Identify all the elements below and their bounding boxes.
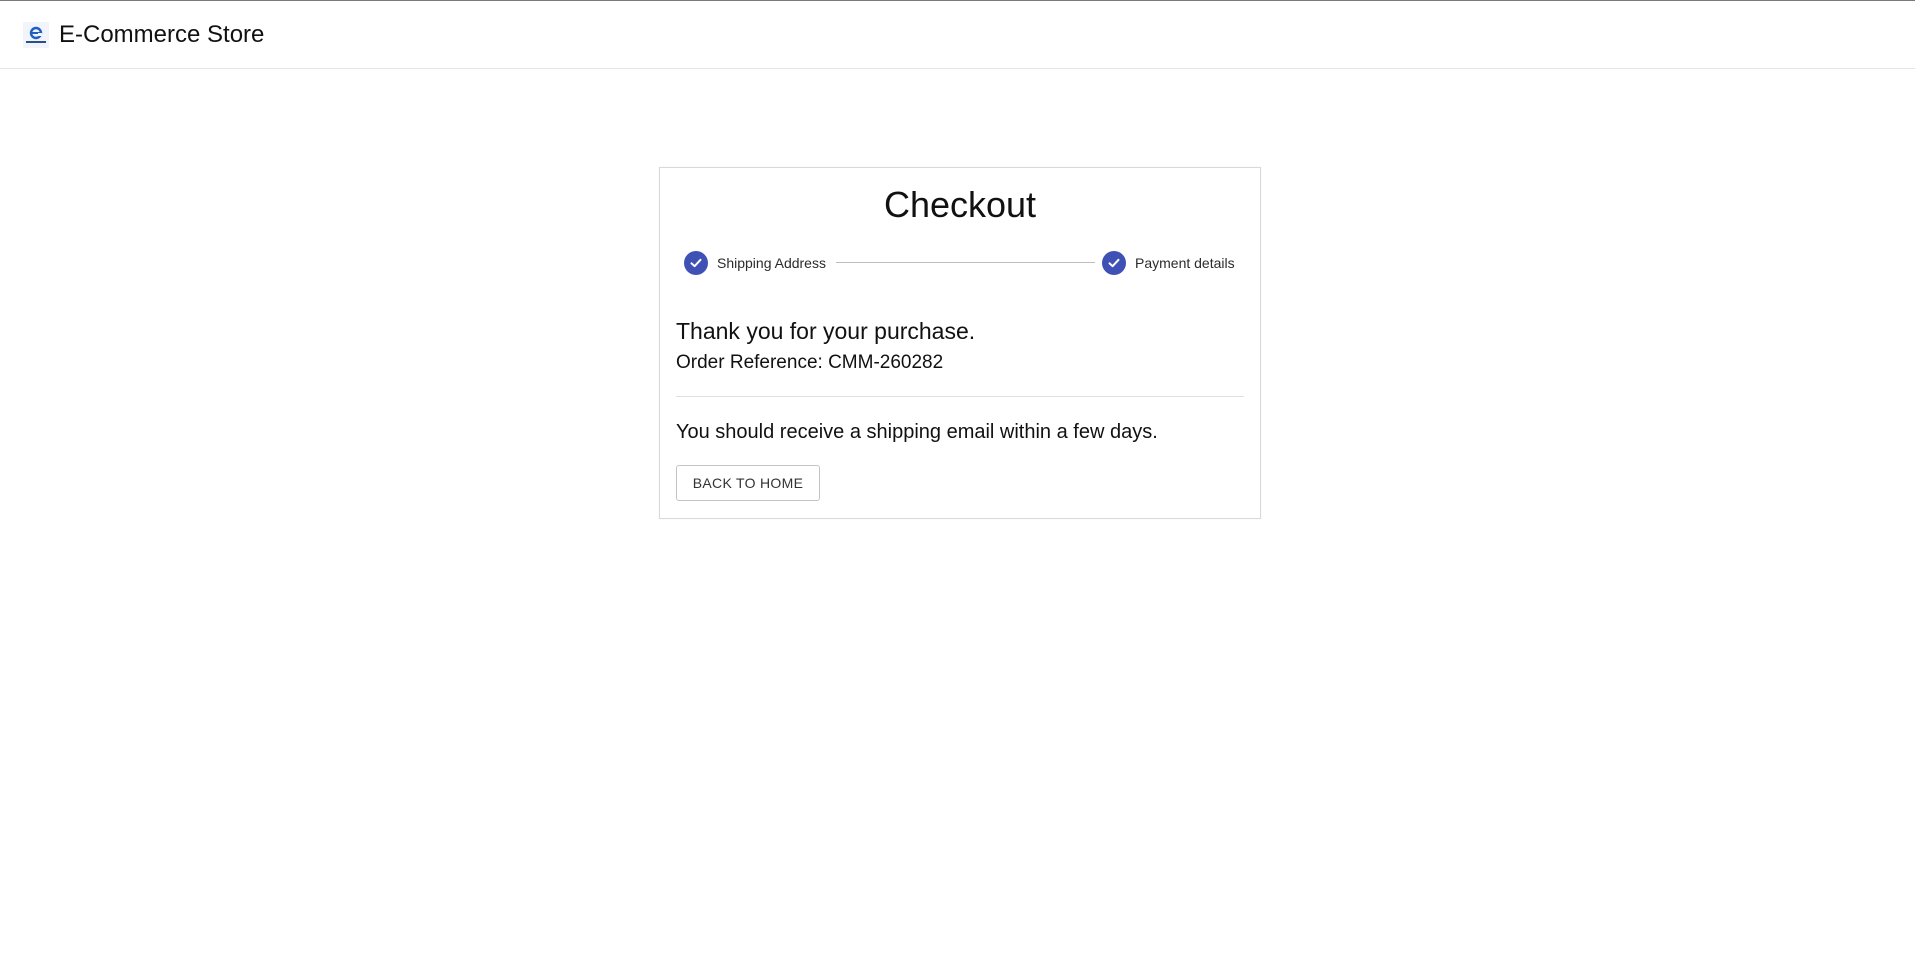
check-icon: [684, 251, 708, 275]
step-shipping-address: Shipping Address: [684, 250, 826, 276]
check-icon: [1102, 251, 1126, 275]
step-payment-details: Payment details: [1102, 250, 1235, 276]
ecommerce-logo-icon[interactable]: [23, 22, 49, 48]
checkout-card: Checkout Shipping Address Payment detail…: [659, 167, 1261, 519]
step-label-payment-details: Payment details: [1135, 255, 1235, 271]
section-divider: [676, 396, 1244, 397]
app-title[interactable]: E-Commerce Store: [59, 20, 264, 50]
step-label-shipping-address: Shipping Address: [717, 255, 826, 271]
thank-you-heading: Thank you for your purchase.: [676, 318, 976, 344]
shipping-message: You should receive a shipping email with…: [676, 421, 1158, 443]
back-to-home-button[interactable]: BACK TO HOME: [676, 465, 820, 501]
app-bar: E-Commerce Store: [0, 1, 1915, 69]
step-connector: [836, 262, 1095, 263]
checkout-title: Checkout: [883, 184, 1037, 225]
order-reference: Order Reference: CMM-260282: [676, 352, 944, 373]
